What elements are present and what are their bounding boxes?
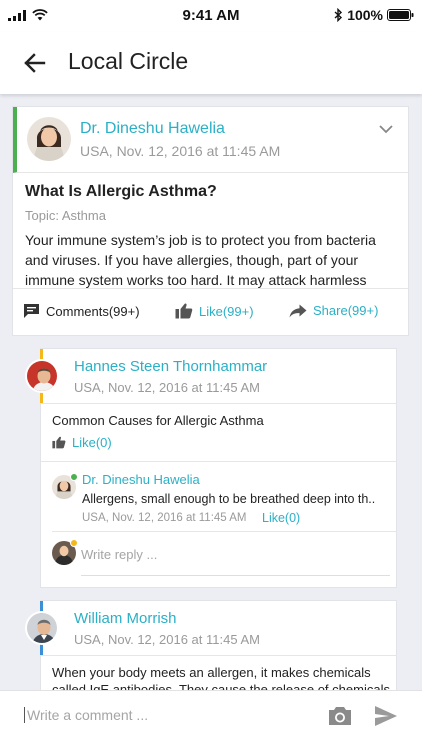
online-status-dot [70, 473, 78, 481]
feed[interactable]: Dr. Dineshu Hawelia USA, Nov. 12, 2016 a… [0, 94, 422, 690]
reply-author[interactable]: Dr. Dineshu Hawelia [82, 472, 200, 487]
camera-icon[interactable] [327, 704, 353, 728]
post-card: Dr. Dineshu Hawelia USA, Nov. 12, 2016 a… [12, 106, 409, 336]
app-bar: Local Circle [0, 32, 422, 94]
comment-author[interactable]: William Morrish [74, 610, 177, 627]
comment-text-line: called IgE antibodies. They cause the re… [52, 682, 390, 690]
back-arrow-icon[interactable] [18, 46, 52, 80]
avatar[interactable] [25, 611, 59, 645]
like-label: Like(99+) [199, 303, 254, 319]
share-button[interactable]: Share(99+) [289, 303, 378, 318]
battery-icon [387, 9, 414, 21]
post-topic: Topic: Asthma [25, 208, 106, 223]
thumbs-up-icon [52, 436, 66, 449]
thumbs-up-icon [175, 303, 193, 319]
reply-like-button[interactable]: Like(0) [262, 511, 300, 525]
comments-label: Comments(99+) [46, 303, 140, 319]
reply: Dr. Dineshu Hawelia Allergens, small eno… [41, 467, 398, 529]
comment-meta: USA, Nov. 12, 2016 at 11:45 AM [74, 632, 260, 647]
post-meta: USA, Nov. 12, 2016 at 11:45 AM [80, 143, 281, 159]
send-icon[interactable] [374, 705, 398, 727]
post-actions: Comments(99+) Like(99+) Share(99+) [13, 289, 408, 335]
comment-input[interactable]: Write a comment ... [24, 707, 148, 723]
divider [41, 655, 396, 656]
post-body[interactable]: What Is Allergic Asthma? Topic: Asthma Y… [13, 173, 408, 289]
comment-bar: Write a comment ... [0, 690, 422, 742]
post-text-line: Your immune system’s job is to protect y… [25, 232, 376, 248]
battery-percent: 100% [347, 7, 383, 23]
comment-like-button[interactable]: Like(0) [52, 435, 112, 450]
comment-card: William Morrish USA, Nov. 12, 2016 at 11… [25, 600, 397, 690]
comment-author[interactable]: Hannes Steen Thornhammar [74, 358, 267, 375]
post-header: Dr. Dineshu Hawelia USA, Nov. 12, 2016 a… [13, 107, 408, 173]
post-author[interactable]: Dr. Dineshu Hawelia [80, 120, 225, 138]
reply-meta: USA, Nov. 12, 2016 at 11:45 AM [82, 512, 247, 524]
avatar[interactable] [27, 117, 71, 161]
online-status-dot [70, 539, 78, 547]
comment-meta: USA, Nov. 12, 2016 at 11:45 AM [74, 380, 260, 395]
divider [41, 403, 396, 404]
comment-icon [24, 304, 39, 318]
comment-text-line: When your body meets an allergen, it mak… [52, 665, 371, 680]
comment-text: Common Causes for Allergic Asthma [52, 413, 264, 428]
post-text-line: immune system works too hard. It may att… [25, 272, 367, 288]
share-icon [289, 304, 307, 317]
share-label: Share(99+) [313, 303, 379, 318]
write-reply-input[interactable]: Write reply ... [81, 547, 157, 562]
input-underline [81, 575, 390, 576]
divider [41, 461, 396, 462]
reply-text: Allergens, small enough to be breathed d… [82, 492, 376, 506]
home-indicator-area [0, 742, 422, 750]
post-title: What Is Allergic Asthma? [25, 183, 217, 200]
chevron-down-icon[interactable] [378, 123, 394, 135]
comment-like-label: Like(0) [72, 435, 112, 450]
comments-button[interactable]: Comments(99+) [23, 303, 140, 319]
post-text: Your immune system’s job is to protect y… [25, 230, 396, 288]
bluetooth-icon [334, 8, 343, 22]
status-right: 100% [334, 7, 414, 23]
comment-card: Hannes Steen Thornhammar USA, Nov. 12, 2… [25, 348, 398, 588]
avatar[interactable] [25, 359, 59, 393]
post-text-line: and viruses. If you have allergies, thou… [25, 252, 359, 268]
status-bar: 9:41 AM 100% [0, 0, 422, 32]
page-title: Local Circle [68, 48, 189, 74]
write-reply: Write reply ... [41, 531, 398, 581]
like-button[interactable]: Like(99+) [175, 303, 254, 319]
